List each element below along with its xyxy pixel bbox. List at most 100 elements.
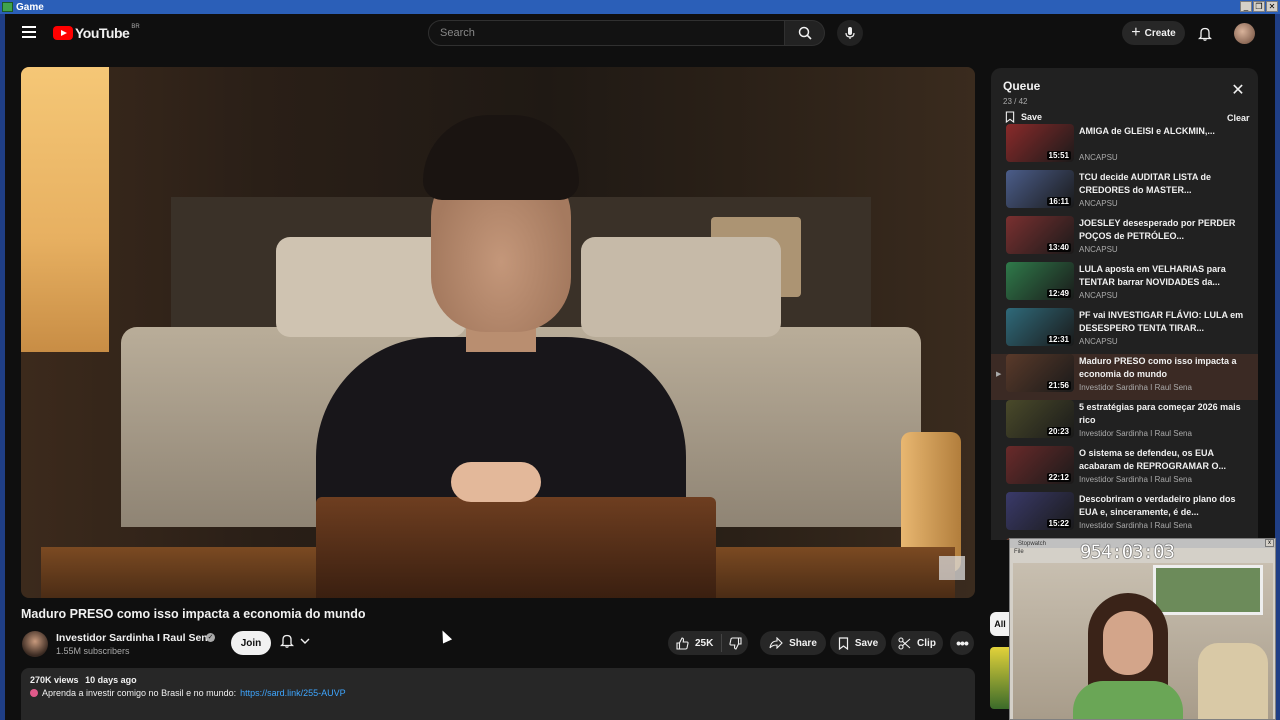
os-window-title: Game xyxy=(16,1,44,13)
more-actions-button[interactable]: ••• xyxy=(950,631,974,655)
queue-item-channel: Investidor Sardinha I Raul Sena xyxy=(1079,383,1192,392)
webcam-feed xyxy=(1013,563,1273,719)
view-count: 270K views xyxy=(30,675,79,685)
stopwatch-webcam-window[interactable]: Stopwatch x File 954:03:03 xyxy=(1009,538,1276,720)
queue-item-duration: 12:31 xyxy=(1046,335,1071,344)
close-icon[interactable]: ✕ xyxy=(1231,83,1245,99)
queue-item[interactable]: 16:11 TCU decide AUDITAR LISTA de CREDORE… xyxy=(991,170,1258,216)
create-button[interactable]: + Create xyxy=(1122,21,1185,45)
scissors-icon xyxy=(898,636,911,650)
queue-list: 15:51 AMIGA de GLEISI e ALCKMIN,... ANCAPS… xyxy=(991,124,1258,540)
save-button[interactable]: Save xyxy=(830,631,886,655)
video-title: Maduro PRESO como isso impacta a economi… xyxy=(21,607,366,621)
bell-icon xyxy=(1198,27,1212,41)
queue-item[interactable]: 12:49 LULA aposta em VELHARIAS para TENTA… xyxy=(991,262,1258,308)
save-label: Save xyxy=(854,637,879,649)
upload-date: 10 days ago xyxy=(85,675,137,685)
queue-item-thumbnail[interactable]: 15:51 xyxy=(1006,124,1074,162)
share-label: Share xyxy=(789,637,817,649)
description-text: Aprenda a investir comigo no Brasil e no… xyxy=(42,688,237,698)
description-line: Aprenda a investir comigo no Brasil e no… xyxy=(30,688,346,698)
channel-avatar[interactable] xyxy=(22,631,48,657)
queue-item-thumbnail[interactable]: 13:40 xyxy=(1006,216,1074,254)
more-icon: ••• xyxy=(956,635,969,651)
bookmark-icon xyxy=(1005,111,1015,123)
minimize-button[interactable]: _ xyxy=(1240,1,1252,12)
dislike-button[interactable] xyxy=(722,636,748,650)
queue-item[interactable]: ▶ 21:56 Maduro PRESO como isso impacta a e… xyxy=(991,354,1258,400)
queue-item[interactable]: 13:40 JOESLEY desesperado por PERDER POÇO… xyxy=(991,216,1258,262)
channel-watermark-icon[interactable] xyxy=(939,556,965,580)
thumbs-up-icon xyxy=(676,636,689,650)
queue-item-channel: Investidor Sardinha I Raul Sena xyxy=(1079,521,1192,530)
voice-search-button[interactable] xyxy=(837,20,863,46)
subscriber-count: 1.55M subscribers xyxy=(56,646,130,656)
search-button[interactable] xyxy=(785,20,825,46)
os-window-controls: _ ❐ ✕ xyxy=(1240,1,1278,12)
cam-menu-file[interactable]: File xyxy=(1014,549,1024,555)
queue-item-thumbnail[interactable]: 20:23 xyxy=(1006,400,1074,438)
queue-panel: Queue 23 / 42 ✕ Save Clear 15:51 AMIGA de… xyxy=(991,68,1258,540)
like-button[interactable]: 25K xyxy=(668,634,722,652)
recommendation-thumbnail[interactable] xyxy=(990,647,1010,709)
queue-item[interactable]: 15:22 Descobriram o verdadeiro plano dos … xyxy=(991,492,1258,538)
description-link[interactable]: https://sard.link/255-AUVP xyxy=(240,688,346,698)
youtube-logo[interactable]: YouTube BR xyxy=(53,24,140,41)
queue-item-duration: 13:40 xyxy=(1046,243,1071,252)
queue-save-button[interactable]: Save xyxy=(1005,111,1042,123)
queue-item-thumbnail[interactable]: 12:31 xyxy=(1006,308,1074,346)
brain-emoji-icon xyxy=(30,689,38,697)
channel-name[interactable]: Investidor Sardinha I Raul Sena xyxy=(56,632,214,644)
queue-item-title: JOESLEY desesperado por PERDER POÇOS de … xyxy=(1079,218,1236,241)
filter-chip-all[interactable]: All xyxy=(990,612,1010,636)
close-window-button[interactable]: ✕ xyxy=(1266,1,1278,12)
queue-item-thumbnail[interactable]: 22:12 xyxy=(1006,446,1074,484)
search-input[interactable] xyxy=(429,21,784,45)
queue-item-thumbnail[interactable]: 21:56 xyxy=(1006,354,1074,392)
chevron-down-icon xyxy=(300,638,310,644)
queue-item-title: AMIGA de GLEISI e ALCKMIN,... xyxy=(1079,126,1215,136)
queue-item-title: TCU decide AUDITAR LISTA de CREDORES do … xyxy=(1079,172,1212,195)
video-player[interactable] xyxy=(21,67,975,598)
queue-item[interactable]: 15:51 AMIGA de GLEISI e ALCKMIN,... ANCAPS… xyxy=(991,124,1258,170)
maximize-button[interactable]: ❐ xyxy=(1253,1,1265,12)
join-button[interactable]: Join xyxy=(231,631,271,655)
plus-icon: + xyxy=(1131,24,1141,41)
stopwatch-timer: 954:03:03 xyxy=(1080,541,1175,563)
mouse-cursor-icon xyxy=(437,628,453,644)
queue-item[interactable]: 20:23 5 estratégias para começar 2026 mai… xyxy=(991,400,1258,446)
queue-item-channel: ANCAPSU xyxy=(1079,199,1118,208)
queue-save-label: Save xyxy=(1021,112,1043,122)
queue-item-channel: ANCAPSU xyxy=(1079,291,1118,300)
queue-item-thumbnail[interactable]: 15:22 xyxy=(1006,492,1074,530)
queue-item[interactable]: 12:31 PF vai INVESTIGAR FLÁVIO: LULA em D… xyxy=(991,308,1258,354)
queue-item-duration: 22:12 xyxy=(1046,473,1071,482)
queue-item-channel: Investidor Sardinha I Raul Sena xyxy=(1079,475,1192,484)
os-titlebar: Game _ ❐ ✕ xyxy=(0,0,1280,14)
queue-clear-button[interactable]: Clear xyxy=(1227,113,1250,123)
video-stats: 270K views 10 days ago xyxy=(30,675,141,685)
queue-item[interactable]: 22:12 O sistema se defendeu, os EUA acaba… xyxy=(991,446,1258,492)
youtube-header: YouTube BR + Create xyxy=(5,14,1275,54)
queue-item-title: Maduro PRESO como isso impacta a economi… xyxy=(1079,356,1237,379)
subscription-bell-button[interactable] xyxy=(280,633,310,648)
user-avatar[interactable] xyxy=(1234,23,1255,44)
queue-item-channel: ANCAPSU xyxy=(1079,337,1118,346)
share-icon xyxy=(769,637,783,649)
cam-close-button[interactable]: x xyxy=(1265,539,1274,547)
hamburger-menu-icon[interactable] xyxy=(22,26,36,40)
share-button[interactable]: Share xyxy=(760,631,826,655)
notifications-button[interactable] xyxy=(1195,23,1215,43)
queue-item-channel: ANCAPSU xyxy=(1079,153,1118,162)
like-count: 25K xyxy=(695,637,714,649)
os-left-border xyxy=(0,14,5,720)
microphone-icon xyxy=(845,27,855,39)
create-label: Create xyxy=(1144,27,1176,39)
queue-item-thumbnail[interactable]: 12:49 xyxy=(1006,262,1074,300)
queue-item-title: O sistema se defendeu, os EUA acabaram d… xyxy=(1079,448,1227,471)
clip-button[interactable]: Clip xyxy=(891,631,943,655)
logo-text: YouTube xyxy=(75,25,130,41)
queue-item-thumbnail[interactable]: 16:11 xyxy=(1006,170,1074,208)
queue-item-title: 5 estratégias para começar 2026 mais ric… xyxy=(1079,402,1241,425)
clip-label: Clip xyxy=(917,637,936,649)
